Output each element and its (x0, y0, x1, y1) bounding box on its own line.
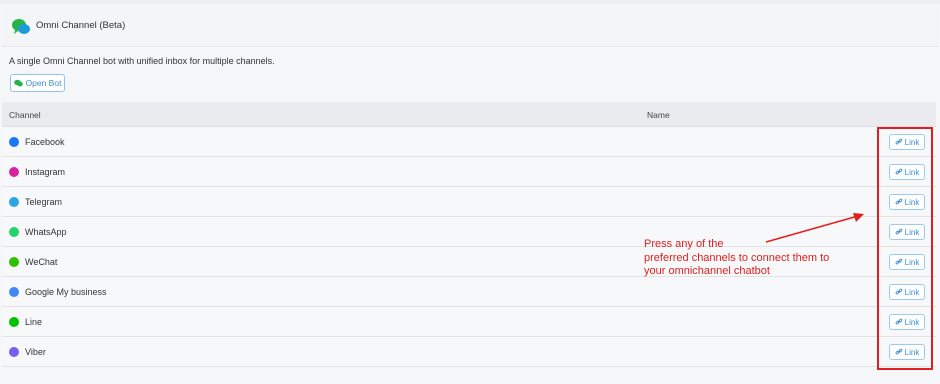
table-row: Facebook Link (2, 127, 936, 157)
annotation-line: preferred channels to connect them to (644, 251, 830, 264)
open-bot-label: Open Bot (25, 78, 62, 88)
top-divider (0, 0, 940, 4)
column-header-channel: Channel (9, 110, 41, 120)
omni-chat-bubbles-icon (12, 19, 30, 34)
channel-name: WhatsApp (25, 227, 67, 237)
table-row: Google My business Link (2, 277, 936, 307)
channel-name: Instagram (25, 167, 66, 177)
channel-name: Viber (25, 347, 46, 357)
channel-name: Facebook (25, 137, 65, 147)
open-bot-button[interactable]: Open Bot (10, 74, 65, 92)
bot-header: Omni Channel (Beta) (2, 8, 938, 47)
whatsapp-icon (9, 227, 19, 237)
table-row: Viber Link (2, 337, 936, 367)
line-icon (9, 317, 19, 327)
annotation-line: your omnichannel chatbot (644, 265, 770, 277)
channel-name: Line (25, 317, 43, 327)
instagram-icon (9, 167, 19, 177)
channel-name: WeChat (25, 257, 58, 267)
wechat-icon (9, 257, 19, 267)
telegram-icon (9, 197, 19, 207)
table-row: Instagram Link (2, 157, 936, 187)
channel-name: Telegram (25, 197, 63, 207)
column-header-name: Name (647, 110, 670, 120)
channel-name: Google My business (25, 287, 107, 297)
chat-bubbles-icon (13, 79, 23, 87)
table-row: Line Link (2, 307, 936, 337)
table-header: Channel Name (2, 102, 936, 127)
bot-title: Omni Channel (Beta) (36, 20, 126, 31)
google-icon (9, 287, 19, 297)
viber-icon (9, 347, 19, 357)
bot-description: A single Omni Channel bot with unified i… (9, 56, 275, 66)
annotation-arrow (765, 213, 864, 243)
highlight-box (877, 127, 933, 370)
messenger-icon (9, 137, 19, 147)
